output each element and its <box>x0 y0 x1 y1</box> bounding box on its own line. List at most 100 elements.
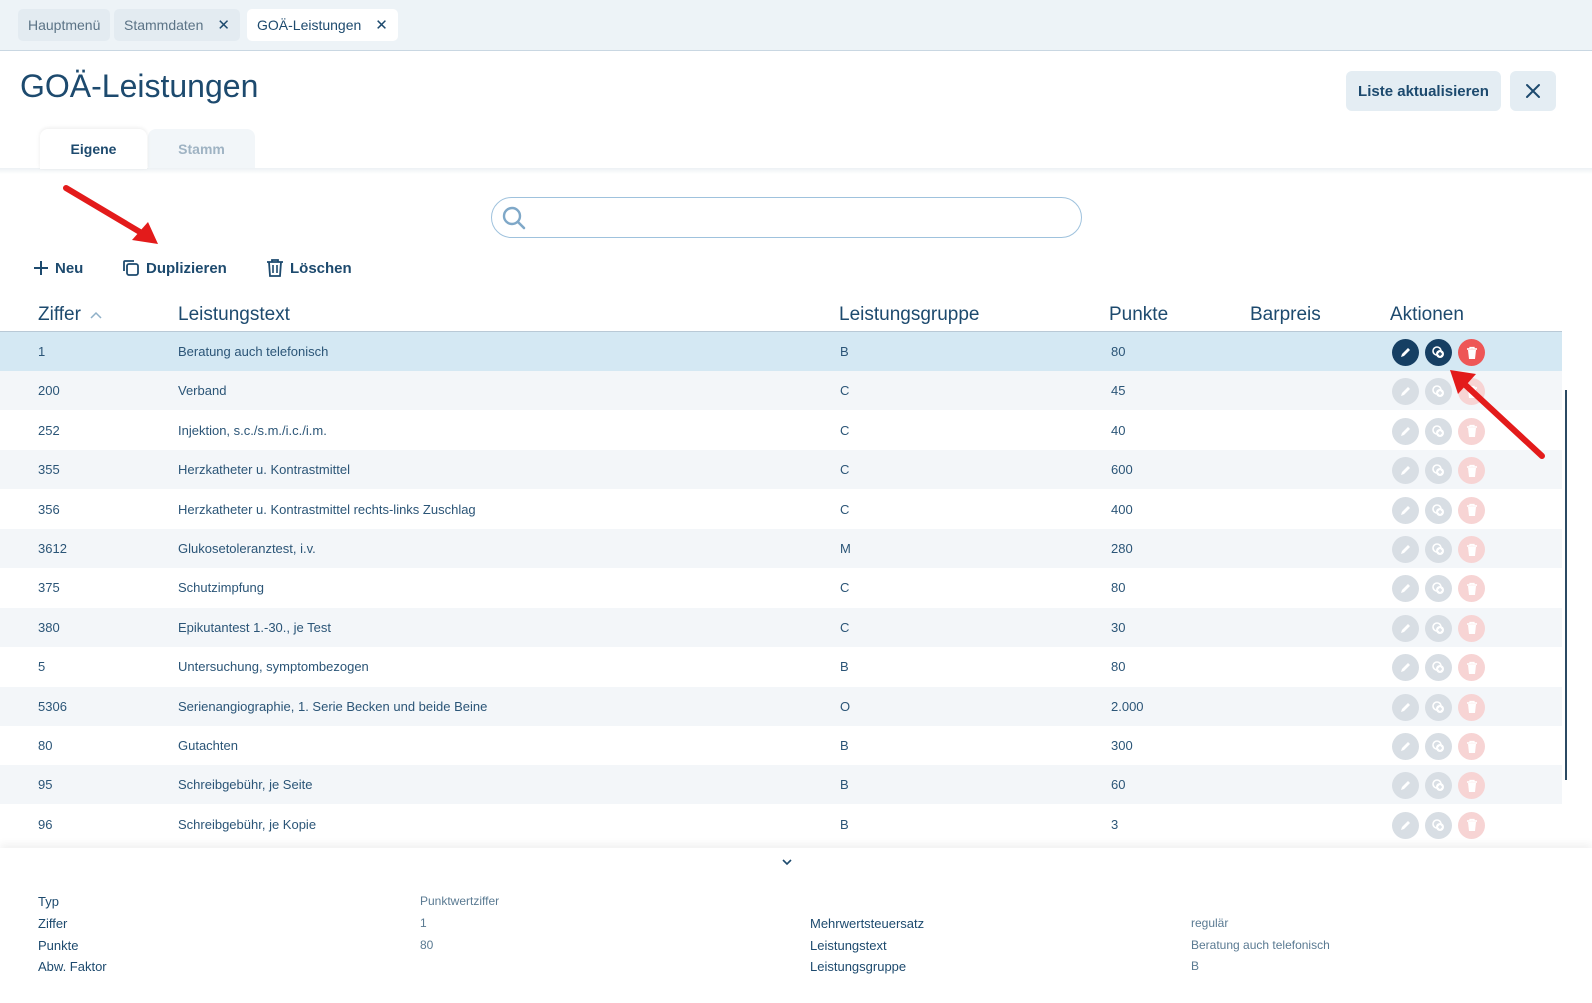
delete-row-button[interactable] <box>1458 733 1485 760</box>
trash-icon <box>1466 503 1478 517</box>
duplicate-row-button[interactable] <box>1425 614 1452 642</box>
table-row[interactable]: 1 Beratung auch telefonisch B 80 <box>0 332 1562 371</box>
search-input[interactable] <box>536 204 1060 232</box>
close-icon[interactable]: ✕ <box>217 16 230 34</box>
cell-leistungstext: Schreibgebühr, je Kopie <box>178 816 317 832</box>
edit-row-button[interactable] <box>1392 378 1419 406</box>
column-header-aktionen: Aktionen <box>1390 304 1464 325</box>
table-row[interactable]: 355 Herzkatheter u. Kontrastmittel C 600 <box>0 450 1562 490</box>
panel-divider <box>0 168 1592 174</box>
delete-row-button[interactable] <box>1458 811 1485 839</box>
cell-leistungsgruppe: B <box>840 659 849 675</box>
table-row[interactable]: 356 Herzkatheter u. Kontrastmittel rechts… <box>0 490 1562 529</box>
duplicate-row-button[interactable] <box>1425 496 1452 524</box>
table-row[interactable]: 3612 Glukosetoleranztest, i.v. M 280 <box>0 529 1562 568</box>
cell-leistungstext: Glukosetoleranztest, i.v. <box>178 541 316 556</box>
tab-goae-leistungen[interactable]: GOÄ-Leistungen ✕ <box>247 9 398 41</box>
table-row[interactable]: 252 Injektion, s.c./s.m./i.c./i.m. C 40 <box>0 411 1562 450</box>
trash-icon <box>1466 346 1478 360</box>
close-page-button[interactable] <box>1510 71 1556 111</box>
table-row[interactable]: 5306 Serienangiographie, 1. Serie Becken … <box>0 686 1562 726</box>
cell-punkte: 30 <box>1111 619 1126 635</box>
table-row[interactable]: 375 Schutzimpfung C 80 <box>0 568 1562 607</box>
table-row[interactable]: 80 Gutachten B 300 <box>0 726 1562 765</box>
refresh-list-button[interactable]: Liste aktualisieren <box>1346 71 1501 111</box>
edit-row-button[interactable] <box>1392 339 1419 366</box>
delete-row-button[interactable] <box>1458 614 1485 642</box>
column-header-barpreis[interactable]: Barpreis <box>1250 304 1321 326</box>
duplicate-row-button[interactable] <box>1425 733 1452 760</box>
table-row[interactable]: 95 Schreibgebühr, je Seite B 60 <box>0 765 1562 805</box>
cell-ziffer: 95 <box>38 777 53 793</box>
delete-row-button[interactable] <box>1458 496 1485 524</box>
trash-icon <box>1466 661 1478 675</box>
detail-label-ziffer: Ziffer <box>38 916 68 931</box>
tab-hauptmenue[interactable]: Hauptmenü <box>18 9 111 41</box>
header-label: Ziffer <box>38 304 81 325</box>
duplicate-row-button[interactable] <box>1425 654 1452 682</box>
edit-row-button[interactable] <box>1392 654 1419 682</box>
cell-leistungsgruppe: B <box>840 816 849 832</box>
vertical-scrollbar[interactable] <box>1565 390 1567 780</box>
cell-punkte: 80 <box>1111 580 1126 596</box>
pencil-icon <box>1399 504 1412 517</box>
edit-row-button[interactable] <box>1392 733 1419 760</box>
detail-value-typ: Punktwertziffer <box>420 894 500 908</box>
table-row[interactable]: 380 Epikutantest 1.-30., je Test C 30 <box>0 607 1562 647</box>
delete-row-button[interactable] <box>1458 654 1485 682</box>
tab-stammdaten[interactable]: Stammdaten ✕ <box>114 9 240 41</box>
new-button[interactable]: Neu <box>33 256 83 280</box>
edit-row-button[interactable] <box>1392 496 1419 524</box>
edit-row-button[interactable] <box>1392 457 1419 485</box>
table-row[interactable]: 200 Verband C 45 <box>0 371 1562 411</box>
column-header-ziffer[interactable]: Ziffer <box>38 304 102 326</box>
cell-punkte: 2.000 <box>1111 698 1144 714</box>
column-header-punkte[interactable]: Punkte <box>1109 304 1168 326</box>
duplicate-row-button[interactable] <box>1425 536 1452 563</box>
edit-row-button[interactable] <box>1392 417 1419 445</box>
cell-leistungsgruppe: B <box>840 777 849 793</box>
duplicate-row-button[interactable] <box>1425 693 1452 721</box>
edit-row-button[interactable] <box>1392 772 1419 800</box>
close-icon[interactable]: ✕ <box>375 16 388 34</box>
delete-row-button[interactable] <box>1458 536 1485 563</box>
detail-value-leistungsgruppe: B <box>1191 959 1200 973</box>
column-header-leistungstext[interactable]: Leistungstext <box>178 304 290 326</box>
edit-row-button[interactable] <box>1392 693 1419 721</box>
tab-stamm[interactable]: Stamm <box>148 129 255 169</box>
cell-ziffer: 5306 <box>38 698 67 714</box>
tab-eigene[interactable]: Eigene <box>40 129 147 169</box>
copy-icon <box>1431 542 1446 557</box>
cell-ziffer: 80 <box>38 738 53 753</box>
search-box[interactable] <box>491 197 1082 238</box>
edit-row-button[interactable] <box>1392 575 1419 603</box>
trash-icon <box>1466 818 1478 832</box>
column-header-leistungsgruppe[interactable]: Leistungsgruppe <box>839 304 980 326</box>
edit-row-button[interactable] <box>1392 536 1419 563</box>
delete-row-button[interactable] <box>1458 693 1485 721</box>
duplicate-row-button[interactable] <box>1425 575 1452 603</box>
cell-leistungstext: Gutachten <box>178 738 238 753</box>
delete-row-button[interactable] <box>1458 575 1485 603</box>
new-label: Neu <box>55 259 84 277</box>
cell-leistungstext: Herzkatheter u. Kontrastmittel rechts-li… <box>178 501 476 517</box>
pencil-icon <box>1399 740 1412 753</box>
duplicate-row-button[interactable] <box>1425 772 1452 800</box>
edit-row-button[interactable] <box>1392 614 1419 642</box>
delete-button[interactable]: Löschen <box>266 256 352 280</box>
cell-punkte: 45 <box>1111 383 1126 399</box>
edit-row-button[interactable] <box>1392 811 1419 839</box>
cell-leistungsgruppe: C <box>840 501 850 517</box>
table-row[interactable]: 5 Untersuchung, symptombezogen B 80 <box>0 647 1562 686</box>
copy-icon <box>1431 345 1446 360</box>
cell-leistungstext: Schutzimpfung <box>178 580 264 596</box>
duplicate-row-button[interactable] <box>1425 811 1452 839</box>
duplicate-button[interactable]: Duplizieren <box>122 256 227 280</box>
cell-punkte: 400 <box>1111 501 1133 517</box>
chevron-down-icon[interactable] <box>780 857 794 869</box>
delete-row-button[interactable] <box>1458 772 1485 800</box>
pencil-icon <box>1399 622 1412 635</box>
table-row[interactable]: 96 Schreibgebühr, je Kopie B 3 <box>0 805 1562 844</box>
cell-ziffer: 1 <box>38 344 46 359</box>
trash-icon <box>1466 700 1478 714</box>
